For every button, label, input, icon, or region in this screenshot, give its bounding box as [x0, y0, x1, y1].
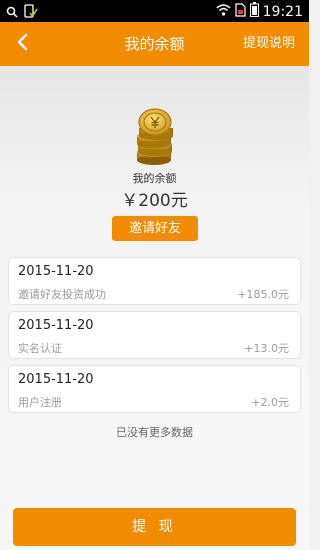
record-description: 实名认证 [18, 342, 62, 355]
wifi-icon [216, 2, 231, 21]
record-amount: +13.0元 [244, 342, 289, 355]
download-complete-icon [24, 3, 38, 22]
invite-friends-button[interactable]: 邀请好友 [112, 216, 198, 241]
sim-card-icon [235, 2, 246, 21]
list-item: 2015-11-20 实名认证 +13.0元 [8, 311, 301, 359]
balance-amount: ￥200元 [121, 191, 188, 211]
no-more-data-text: 已没有更多数据 [116, 426, 193, 439]
back-button[interactable] [8, 30, 36, 58]
chevron-left-icon [16, 33, 28, 55]
gold-coins-icon [133, 108, 177, 166]
record-description: 用户注册 [18, 396, 62, 409]
status-bar: 19:21 [0, 0, 309, 22]
app-header: 我的余额 提现说明 [0, 22, 309, 66]
list-item: 2015-11-20 用户注册 +2.0元 [8, 365, 301, 413]
withdraw-instructions-link[interactable]: 提现说明 [243, 22, 295, 66]
balance-records-list: 2015-11-20 邀请好友投资成功 +185.0元 2015-11-20 实… [8, 257, 301, 419]
record-date: 2015-11-20 [18, 372, 94, 387]
record-date: 2015-11-20 [18, 264, 94, 279]
status-bar-system: 19:21 [216, 2, 303, 21]
status-bar-notifications [6, 3, 38, 22]
record-amount: +185.0元 [237, 288, 289, 301]
record-date: 2015-11-20 [18, 318, 94, 333]
record-amount: +2.0元 [251, 396, 289, 409]
search-icon [6, 3, 18, 22]
main-content: 我的余额 ￥200元 邀请好友 2015-11-20 邀请好友投资成功 +185… [0, 66, 309, 550]
withdraw-button[interactable]: 提 现 [13, 508, 296, 546]
list-item: 2015-11-20 邀请好友投资成功 +185.0元 [8, 257, 301, 305]
record-description: 邀请好友投资成功 [18, 288, 106, 301]
balance-label: 我的余额 [132, 172, 177, 185]
battery-icon [249, 2, 259, 21]
status-time: 19:21 [262, 3, 303, 20]
